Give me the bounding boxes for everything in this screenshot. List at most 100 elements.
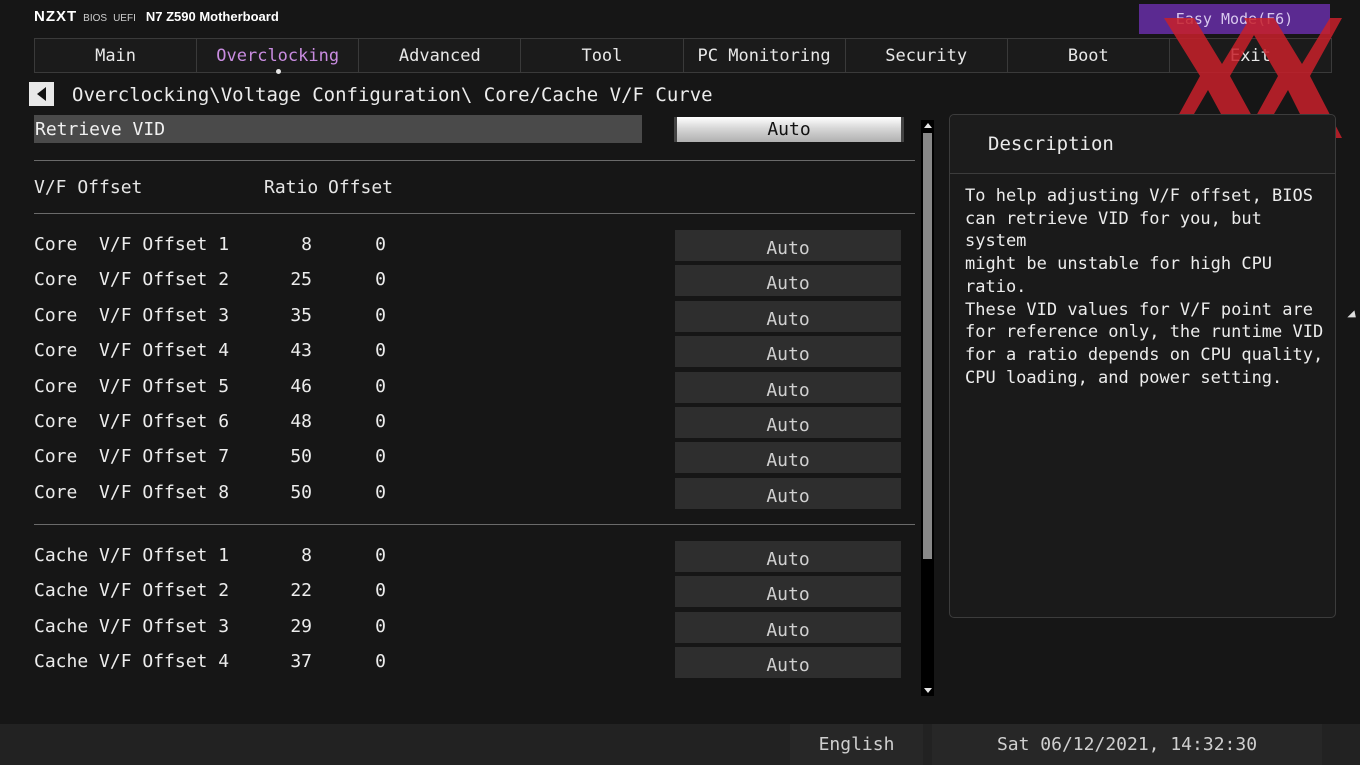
retrieve-vid-selector[interactable]: Auto [674, 117, 904, 142]
language-selector[interactable]: English [790, 724, 923, 765]
core-offset-row[interactable]: Core V/F Offset 3 35 0 Auto [34, 300, 916, 333]
back-button[interactable] [29, 82, 54, 106]
tab-label: Security [885, 45, 968, 66]
cache-offset-row[interactable]: Cache V/F Offset 1 8 0 Auto [34, 541, 916, 573]
date-time[interactable]: Sat 06/12/2021, 14:32:30 [932, 724, 1322, 765]
retrieve-vid-label[interactable]: Retrieve VID [34, 115, 642, 143]
offset-name: Core V/F Offset 7 [34, 446, 230, 468]
header-vf-offset: V/F Offset [34, 177, 143, 198]
offset-selector[interactable]: Auto [675, 336, 901, 368]
cache-offset-row[interactable]: Cache V/F Offset 2 22 0 Auto [34, 576, 916, 608]
offset-selector[interactable]: Auto [675, 265, 901, 297]
tab-label: Boot [1067, 45, 1109, 66]
offset-selector[interactable]: Auto [675, 611, 901, 643]
tab-boot[interactable]: Boot [1006, 39, 1169, 72]
offset-ratio: 22 [290, 580, 312, 602]
core-offset-row[interactable]: Core V/F Offset 8 50 0 Auto [34, 477, 916, 510]
bios-label: BIOS [83, 13, 108, 24]
offset-name: Core V/F Offset 4 [34, 340, 230, 362]
offset-value: 0 [375, 340, 386, 362]
offset-name: Core V/F Offset 5 [34, 375, 230, 397]
offset-selector[interactable]: Auto [675, 407, 901, 438]
back-arrow-icon [37, 87, 46, 101]
offset-ratio: 29 [290, 615, 312, 637]
offset-name: Core V/F Offset 1 [34, 234, 230, 255]
offset-value: 0 [375, 411, 386, 432]
core-offset-row[interactable]: Core V/F Offset 4 43 0 Auto [34, 336, 916, 368]
easy-mode-button[interactable]: Easy Mode(F6) [1139, 4, 1330, 34]
offset-value: 0 [375, 580, 386, 602]
divider [34, 160, 915, 161]
tab-main[interactable]: Main [34, 39, 196, 72]
offset-ratio: 37 [290, 651, 312, 673]
offset-name: Cache V/F Offset 3 [34, 615, 230, 637]
scrollbar-thumb[interactable] [923, 133, 932, 559]
nzxt-logo: NZXT [34, 8, 78, 25]
core-offset-row[interactable]: Core V/F Offset 5 46 0 Auto [34, 371, 916, 404]
offset-selector[interactable]: Auto [675, 477, 901, 509]
offset-ratio: 8 [301, 545, 312, 566]
tab-label: Advanced [398, 45, 481, 66]
offset-value: 0 [375, 304, 386, 326]
offset-name: Cache V/F Offset 1 [34, 545, 230, 566]
offset-value: 0 [375, 234, 386, 255]
tab-pc-monitoring[interactable]: PC Monitoring [682, 39, 845, 72]
status-bar: English Sat 06/12/2021, 14:32:30 [0, 724, 1360, 765]
tab-overclocking[interactable]: Overclocking [196, 39, 358, 74]
uefi-label: UEFI [113, 13, 136, 24]
core-offset-row[interactable]: Core V/F Offset 6 48 0 Auto [34, 407, 916, 439]
offset-ratio: 48 [290, 411, 312, 432]
description-header: Description [950, 115, 1335, 174]
offset-selector[interactable]: Auto [675, 647, 901, 679]
offset-value: 0 [375, 269, 386, 291]
tab-label: Main [95, 45, 137, 66]
tab-advanced[interactable]: Advanced [358, 39, 520, 72]
offset-selector[interactable]: Auto [675, 442, 901, 474]
tab-tool[interactable]: Tool [520, 39, 682, 72]
offset-ratio: 50 [290, 446, 312, 468]
divider [34, 524, 915, 525]
offset-name: Cache V/F Offset 2 [34, 580, 230, 602]
tab-exit[interactable]: Exit [1168, 39, 1332, 72]
core-offset-row[interactable]: Core V/F Offset 7 50 0 Auto [34, 442, 916, 474]
offset-ratio: 8 [301, 234, 312, 255]
offset-value: 0 [375, 545, 386, 566]
offset-name: Core V/F Offset 2 [34, 269, 230, 291]
offset-name: Cache V/F Offset 4 [34, 651, 230, 673]
offset-ratio: 25 [290, 269, 312, 291]
offset-selector[interactable]: Auto [675, 300, 901, 332]
offset-name: Core V/F Offset 6 [34, 411, 230, 432]
description-panel: Description To help adjusting V/F offset… [949, 114, 1336, 618]
description-title: Description [988, 133, 1114, 155]
tab-label: PC Monitoring [697, 45, 831, 66]
offset-selector[interactable]: Auto [675, 576, 901, 608]
board-model: N7 Z590 Motherboard [145, 9, 279, 24]
brand-header: NZXT BIOS UEFI N7 Z590 Motherboard [34, 8, 279, 30]
offset-value: 0 [375, 446, 386, 468]
offset-ratio: 43 [290, 340, 312, 362]
offset-value: 0 [375, 615, 386, 637]
offset-value: 0 [375, 481, 386, 503]
offset-name: Core V/F Offset 8 [34, 481, 230, 503]
scroll-down-icon[interactable] [924, 688, 932, 693]
offset-value: 0 [375, 375, 386, 397]
cache-offset-row[interactable]: Cache V/F Offset 4 37 0 Auto [34, 647, 916, 679]
scrollbar[interactable] [921, 120, 934, 696]
tab-label: Tool [581, 45, 623, 66]
active-indicator [275, 69, 281, 74]
offset-selector[interactable]: Auto [675, 541, 901, 572]
offset-name: Core V/F Offset 3 [34, 304, 230, 326]
offset-selector[interactable]: Auto [675, 371, 901, 403]
core-offset-row[interactable]: Core V/F Offset 2 25 0 Auto [34, 265, 916, 297]
cache-offset-row[interactable]: Cache V/F Offset 3 29 0 Auto [34, 611, 916, 644]
offset-value: 0 [375, 651, 386, 673]
main-tabs: Main Overclocking Advanced Tool PC Monitorin… [34, 38, 1332, 74]
tab-label: Exit [1229, 45, 1271, 66]
mouse-cursor-icon [1347, 310, 1359, 322]
tab-security[interactable]: Security [844, 39, 1007, 72]
offset-selector[interactable]: Auto [675, 230, 901, 261]
scroll-up-icon[interactable] [924, 123, 932, 128]
tab-label: Overclocking [216, 45, 340, 66]
table-header: V/F Offset Ratio Offset [34, 177, 916, 201]
core-offset-row[interactable]: Core V/F Offset 1 8 0 Auto [34, 230, 916, 262]
